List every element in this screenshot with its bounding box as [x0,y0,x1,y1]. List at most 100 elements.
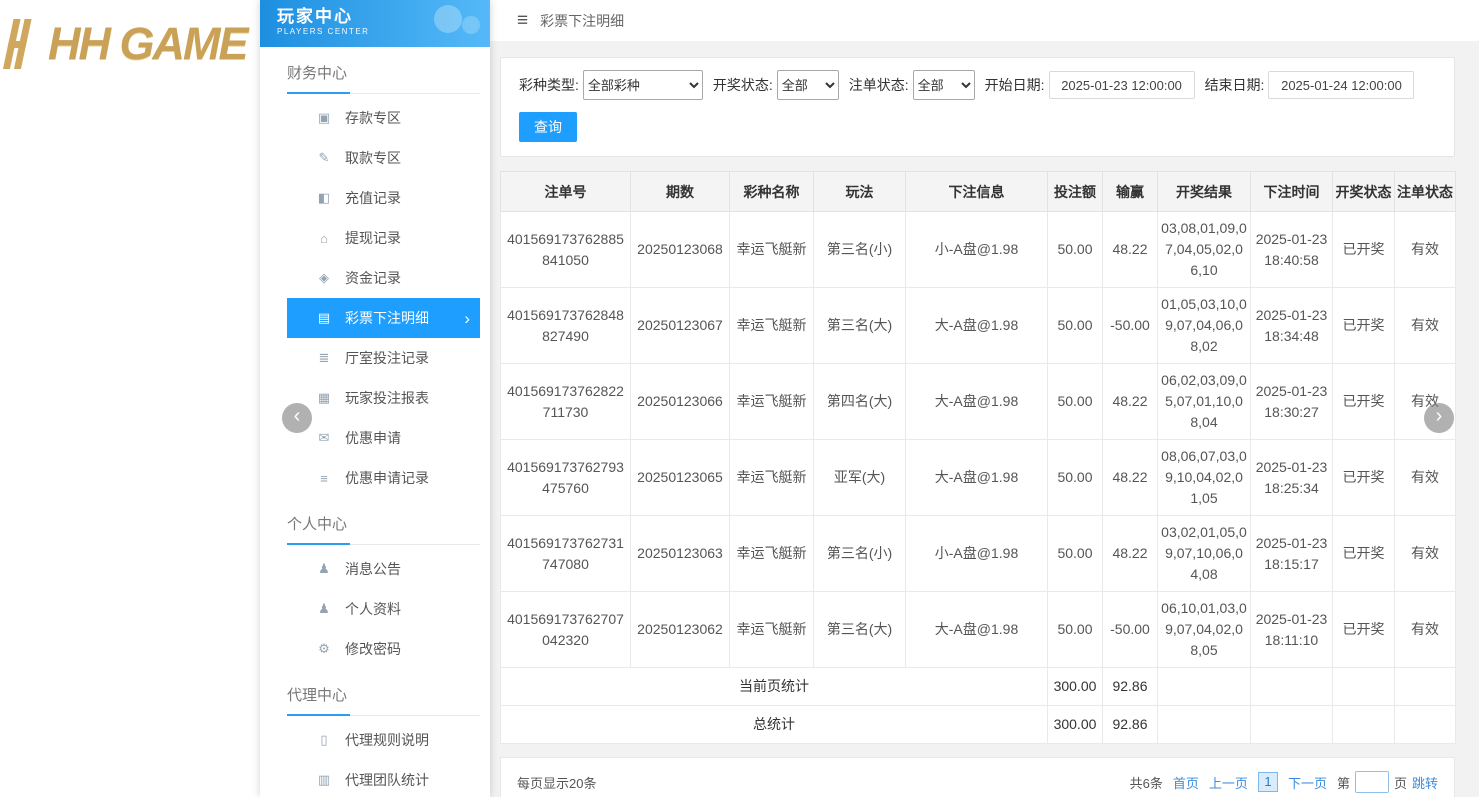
sidebar-item-label: 修改密码 [345,639,401,659]
table-cell: 20250123065 [631,440,730,516]
sidebar-item-agent-team-stats[interactable]: ▥代理团队统计 [287,760,480,797]
menu-section-title-text: 代理中心 [287,684,350,716]
column-header: 注单状态 [1395,172,1456,212]
table-cell: 50.00 [1048,516,1103,592]
sidebar-item-label: 彩票下注明细 [345,308,429,328]
sidebar-item-player-bet-report[interactable]: ▦玩家投注报表 [287,378,480,418]
table-cell: 有效 [1395,288,1456,364]
table-cell: 小-A盘@1.98 [906,516,1048,592]
carousel-prev-button[interactable]: ‹ [282,403,312,433]
table-cell: 06,10,01,03,09,07,04,02,08,05 [1158,592,1251,668]
sidebar-item-cashout-records[interactable]: ⌂ 提现记录 [287,218,480,258]
start-date-input[interactable] [1049,71,1195,99]
table-cell: 大-A盘@1.98 [906,592,1048,668]
summary-bet-total-cell: 300.00 [1048,668,1103,706]
bet-status-select[interactable]: 全部 [913,70,975,100]
carousel-next-button[interactable]: › [1424,403,1454,433]
sidebar-item-label: 厅室投注记录 [345,348,429,368]
table-body: 40156917376288584105020250123068幸运飞艇新第三名… [501,212,1456,744]
sidebar-item-label: 资金记录 [345,268,401,288]
first-page-link[interactable]: 首页 [1173,773,1199,792]
page-jump-input[interactable] [1355,771,1389,793]
search-button[interactable]: 查询 [519,112,577,142]
end-date-input[interactable] [1268,71,1414,99]
sidebar-item-messages[interactable]: ♟消息公告 [287,549,480,589]
message-icon: ♟ [315,561,333,577]
summary-empty-cell [1251,706,1333,744]
sidebar-item-hall-bet-records[interactable]: ≣ 厅室投注记录 [287,338,480,378]
funds-records-icon: ◈ [315,270,333,286]
table-cell: 20250123062 [631,592,730,668]
table-cell: 已开奖 [1333,364,1395,440]
sidebar-item-label: 优惠申请 [345,428,401,448]
table-cell: 50.00 [1048,592,1103,668]
sidebar-item-promo-apply-records[interactable]: ≡优惠申请记录 [287,458,480,498]
sidebar-item-withdraw-zone[interactable]: ✎取款专区 [287,138,480,178]
promo-apply-icon: ✉ [315,430,333,446]
table-cell: 第三名(大) [814,288,906,364]
table-cell: 48.22 [1103,212,1158,288]
hall-bet-records-icon: ≣ [315,350,333,366]
app-root: HH GAME 玩家中心 PLAYERS CENTER 财务中心▣存款专区✎取款… [0,0,1479,797]
sidebar-item-change-password[interactable]: ⚙修改密码 [287,629,480,669]
prev-page-link[interactable]: 上一页 [1209,773,1248,792]
table-cell: 已开奖 [1333,288,1395,364]
player-bet-report-icon: ▦ [315,390,333,406]
withdraw-icon: ✎ [315,150,333,166]
sidebar-item-label: 存款专区 [345,108,401,128]
page-jump-button[interactable]: 跳转 [1412,773,1438,792]
sidebar-item-funds-records[interactable]: ◈ 资金记录 [287,258,480,298]
sidebar-item-promo-apply[interactable]: ✉ 优惠申请 [287,418,480,458]
sidebar-item-recharge-records[interactable]: ◧充值记录 [287,178,480,218]
column-header: 期数 [631,172,730,212]
summary-empty-cell [1333,668,1395,706]
table-cell: 已开奖 [1333,516,1395,592]
table-cell: 2025-01-23 18:25:34 [1251,440,1333,516]
table-cell: 2025-01-23 18:15:17 [1251,516,1333,592]
brand-logo-text: HH GAME [48,18,247,70]
table-row: 40156917376288584105020250123068幸运飞艇新第三名… [501,212,1456,288]
sidebar-item-lottery-bet-details[interactable]: ▤彩票下注明细› [287,298,480,338]
table-cell: 2025-01-23 18:40:58 [1251,212,1333,288]
table-cell: 48.22 [1103,516,1158,592]
chevron-right-icon: › [464,310,470,327]
table-row: 40156917376282271173020250123066幸运飞艇新第四名… [501,364,1456,440]
lottery-type-select[interactable]: 全部彩种 [583,70,703,100]
sidebar-item-profile[interactable]: ♟ 个人资料 [287,589,480,629]
sidebar-header: 玩家中心 PLAYERS CENTER [260,0,490,47]
filter-panel: 彩种类型: 全部彩种 开奖状态: 全部 注单状态: 全部 开始日期: 结束日期: [500,57,1455,157]
summary-label-cell: 当前页统计 [501,668,1048,706]
table-cell: 401569173762885841050 [501,212,631,288]
table-cell: 03,08,01,09,07,04,05,02,06,10 [1158,212,1251,288]
topbar: ≡ 彩票下注明细 [490,0,1479,41]
brand-logo-mark-icon [2,17,46,71]
table-cell: 2025-01-23 18:34:48 [1251,288,1333,364]
table-cell: 06,02,03,09,05,07,01,10,08,04 [1158,364,1251,440]
current-page-indicator[interactable]: 1 [1258,772,1278,792]
profile-icon: ♟ [315,601,333,617]
hamburger-menu-icon[interactable]: ≡ [517,10,528,32]
sidebar-item-label: 优惠申请记录 [345,468,429,488]
brand-logo: HH GAME [0,0,260,88]
table-cell: 大-A盘@1.98 [906,364,1048,440]
draw-status-select[interactable]: 全部 [777,70,839,100]
table-row: 40156917376284882749020250123067幸运飞艇新第三名… [501,288,1456,364]
next-page-link[interactable]: 下一页 [1288,773,1327,792]
summary-empty-cell [1333,706,1395,744]
table-cell: -50.00 [1103,592,1158,668]
table-header-row: 注单号期数彩种名称玩法下注信息投注额输赢开奖结果下注时间开奖状态注单状态 [501,172,1456,212]
table-row: 40156917376270704232020250123062幸运飞艇新第三名… [501,592,1456,668]
table-cell: 08,06,07,03,09,10,04,02,01,05 [1158,440,1251,516]
summary-empty-cell [1395,668,1456,706]
table-cell: 有效 [1395,212,1456,288]
sidebar-item-label: 个人资料 [345,599,401,619]
sidebar-item-label: 提现记录 [345,228,401,248]
cashout-records-icon: ⌂ [315,231,333,246]
sidebar-item-deposit-zone[interactable]: ▣存款专区 [287,98,480,138]
start-date-label: 开始日期: [985,75,1045,95]
summary-empty-cell [1251,668,1333,706]
gamepad-decoration-icon [414,2,484,46]
sidebar-item-label: 充值记录 [345,188,401,208]
table-cell: 幸运飞艇新 [730,212,814,288]
sidebar-item-agent-rules[interactable]: ▯代理规则说明 [287,720,480,760]
